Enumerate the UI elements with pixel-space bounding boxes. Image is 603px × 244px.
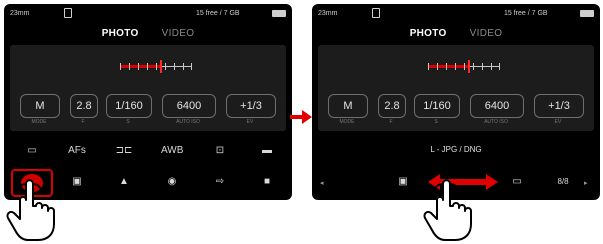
- iso-label: AUTO ISO: [484, 119, 508, 125]
- exposures-readout: 23mm: [318, 10, 338, 17]
- storage-readout: 15 free / 7 GB: [504, 10, 548, 17]
- battery-icon: [580, 10, 594, 17]
- focus-frame-icon[interactable]: ⊡: [209, 141, 231, 161]
- mode-label: MODE: [31, 119, 47, 125]
- drive-mode-icon[interactable]: ⊐⊏: [113, 141, 135, 161]
- tab-photo[interactable]: PHOTO: [410, 28, 447, 39]
- tab-photo[interactable]: PHOTO: [102, 28, 139, 39]
- exposure-scale: [428, 60, 500, 74]
- ev-button[interactable]: +1/3: [226, 94, 276, 118]
- storage-readout: 15 free / 7 GB: [196, 10, 240, 17]
- status-bar: 23mm 15 free / 7 GB: [312, 8, 600, 20]
- white-balance-button[interactable]: AWB: [161, 141, 183, 161]
- tab-video[interactable]: VIDEO: [470, 28, 503, 39]
- ev-button[interactable]: +1/3: [534, 94, 584, 118]
- aperture-button[interactable]: 2.8: [378, 94, 406, 118]
- af-mode-button[interactable]: AFs: [66, 141, 88, 161]
- tab-video[interactable]: VIDEO: [162, 28, 195, 39]
- rect-icon[interactable]: ▭: [21, 141, 43, 161]
- ev-label: EV: [554, 119, 562, 125]
- aperture-button[interactable]: 2.8: [70, 94, 98, 118]
- menu-row-1: ▭ AFs ⊐⊏ AWB ⊡ ▬: [4, 141, 292, 163]
- exposure-panel: M 2.8 1/160 6400 +1/3 MODE F S AUTO ISO …: [10, 45, 286, 131]
- hand-pointer-icon: [6, 179, 55, 241]
- exposure-scale: [120, 60, 192, 74]
- status-bar: 23mm 15 free / 7 GB: [4, 8, 292, 20]
- chevron-right-icon[interactable]: ▸: [584, 179, 588, 187]
- chevron-left-icon[interactable]: ◂: [320, 179, 324, 187]
- upload-icon[interactable]: ▲: [113, 172, 135, 192]
- exposures-readout: 23mm: [10, 10, 30, 17]
- card-icon[interactable]: ▣: [392, 172, 414, 192]
- current-setting-value: L - JPG / DNG: [430, 145, 482, 154]
- mode-button[interactable]: M: [328, 94, 368, 118]
- quality-option[interactable]: 8/8: [552, 172, 574, 192]
- battery-icon: [272, 10, 286, 17]
- aperture-label: F: [389, 119, 393, 125]
- sd-card-icon: [64, 8, 72, 18]
- arrow-right-icon: [290, 110, 312, 124]
- sd-card-icon: [372, 8, 380, 18]
- hand-pointer-icon: [423, 179, 472, 241]
- iso-label: AUTO ISO: [176, 119, 200, 125]
- export-icon[interactable]: ⇨: [209, 172, 231, 192]
- panel-icon[interactable]: ▭: [506, 172, 528, 192]
- shutter-label: S: [126, 119, 130, 125]
- mode-button[interactable]: M: [20, 94, 60, 118]
- camera-screen-right: 23mm 15 free / 7 GB PHOTO VIDEO M 2.8 1/…: [312, 4, 600, 200]
- mode-label: MODE: [339, 119, 355, 125]
- iso-button[interactable]: 6400: [162, 94, 216, 118]
- shutter-label: S: [434, 119, 438, 125]
- mode-tabs: PHOTO VIDEO: [312, 28, 600, 39]
- ev-label: EV: [246, 119, 254, 125]
- iso-button[interactable]: 6400: [470, 94, 524, 118]
- card-icon[interactable]: ▣: [66, 172, 88, 192]
- exposure-panel: M 2.8 1/160 6400 +1/3 MODE F S AUTO ISO …: [318, 45, 594, 131]
- square-icon[interactable]: ■: [256, 172, 278, 192]
- shutter-button[interactable]: 1/160: [414, 94, 460, 118]
- mode-tabs: PHOTO VIDEO: [4, 28, 292, 39]
- shutter-button[interactable]: 1/160: [106, 94, 152, 118]
- circle-icon[interactable]: ◉: [161, 172, 183, 192]
- aperture-label: F: [81, 119, 85, 125]
- grid-icon[interactable]: ▬: [256, 141, 278, 161]
- camera-screen-left: 23mm 15 free / 7 GB PHOTO VIDEO M 2.8 1/…: [4, 4, 292, 200]
